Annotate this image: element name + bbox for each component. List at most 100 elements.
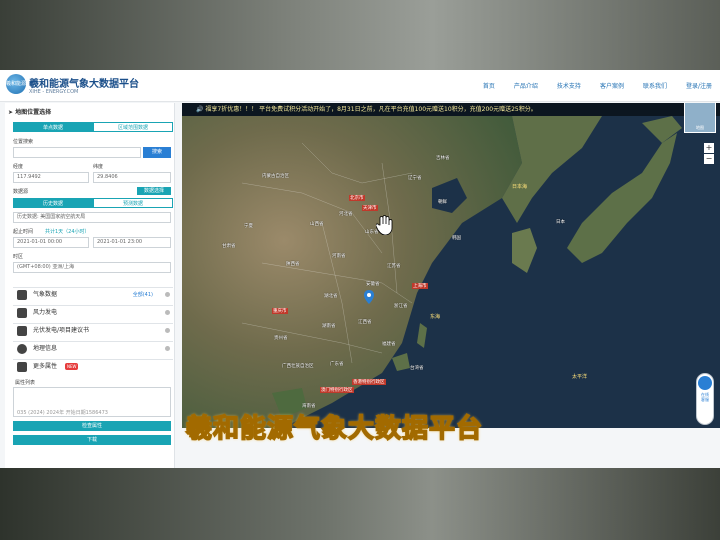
map-label-hunan: 湖南省 xyxy=(322,324,336,329)
timezone-select[interactable]: (GMT+08:00) 亚洲/上海 xyxy=(13,262,171,273)
map-label-shanxi: 山西省 xyxy=(310,222,324,227)
map-label-liaoning: 辽宁省 xyxy=(408,176,422,181)
period-hint: 共计1天（24小时） xyxy=(45,229,90,235)
map-label-fujian: 福建省 xyxy=(382,342,396,347)
map-terrain xyxy=(182,116,682,428)
location-pin-icon[interactable] xyxy=(364,289,374,304)
tab-history[interactable]: 历史数据 xyxy=(13,198,93,208)
download-button[interactable]: 下载 xyxy=(13,435,171,445)
sea-label-pacific: 太平洋 xyxy=(572,374,588,380)
sea-label-east: 东海 xyxy=(430,314,441,320)
settings-icon[interactable] xyxy=(165,328,170,333)
map-type-thumbnail[interactable]: 地图 xyxy=(684,103,716,133)
tab-region[interactable]: 区域范围数据 xyxy=(93,122,173,132)
speaker-icon: 🔊 xyxy=(196,106,206,113)
app-header: 羲和能源 羲和能源气象大数据平台 XIHE - ENERGY.COM 首页 产品… xyxy=(0,70,720,102)
new-badge: NEW xyxy=(65,363,79,370)
location-search-label: 位置搜索 xyxy=(13,139,34,145)
tab-forecast[interactable]: 预测数据 xyxy=(93,198,173,208)
globe-icon xyxy=(17,344,27,354)
end-time-field[interactable]: 2021-01-01 23:00 xyxy=(93,237,171,248)
map-label-hebei: 河北省 xyxy=(339,212,353,217)
video-caption: 羲和能源气象大数据平台 xyxy=(185,413,484,445)
map-label-japan: 日本 xyxy=(556,220,565,225)
map-label-dprk: 朝鲜 xyxy=(438,200,447,205)
map-label-jiangsu: 江苏省 xyxy=(387,264,401,269)
data-select-button[interactable]: 数据选择 xyxy=(137,187,171,195)
map-label-ningxia: 宁夏 xyxy=(244,224,253,229)
attr-list-label: 属性列表 xyxy=(15,380,36,386)
mode-tabs: 单点数据 区域范围数据 xyxy=(13,122,173,132)
weather-icon xyxy=(17,290,27,300)
lat-field[interactable]: 29.8406 xyxy=(93,172,171,183)
nav-login[interactable]: 登录/注册 xyxy=(686,81,712,90)
period-label: 起止时间 xyxy=(13,229,34,235)
nav-products[interactable]: 产品介绍 xyxy=(514,81,538,90)
data-source-label: 数据源 xyxy=(13,189,29,195)
photo-background-bottom xyxy=(0,468,720,540)
brand-subtitle: XIHE - ENERGY.COM xyxy=(29,89,79,95)
top-nav: 首页 产品介绍 技术支持 客户案例 联系我们 登录/注册 xyxy=(483,81,712,90)
lon-field[interactable]: 117.9492 xyxy=(13,172,89,183)
brand-title: 羲和能源气象大数据平台 xyxy=(29,79,139,90)
map-label-korea: 韩国 xyxy=(452,236,461,241)
browser-screen: 羲和能源 羲和能源气象大数据平台 XIHE - ENERGY.COM 首页 产品… xyxy=(0,70,720,468)
timezone-label: 时区 xyxy=(13,254,24,260)
section-solar[interactable]: 光伏发电/项目建议书 xyxy=(13,323,173,337)
nav-contact[interactable]: 联系我们 xyxy=(643,81,667,90)
solar-panel-icon xyxy=(17,326,27,336)
lon-label: 经度 xyxy=(13,164,24,170)
more-attributes-icon xyxy=(17,362,27,372)
lat-label: 纬度 xyxy=(93,164,104,170)
section-more[interactable]: 更多属性 NEW xyxy=(13,359,173,373)
section-geo[interactable]: 地理信息 xyxy=(13,341,173,355)
settings-icon[interactable] xyxy=(165,346,170,351)
check-attributes-button[interactable]: 检查属性 xyxy=(13,421,171,431)
map-label-neimenggu: 内蒙古自治区 xyxy=(262,174,289,179)
panel-title: ➤ 地图位置选择 xyxy=(8,109,52,116)
location-search-input[interactable] xyxy=(13,147,141,158)
dataset-select[interactable]: 历史数据: 美国国家航空航天局 xyxy=(13,212,171,223)
side-panel: ➤ 地图位置选择 单点数据 区域范围数据 位置搜索 搜索 经度 纬度 117.9… xyxy=(5,103,175,468)
map-label-shaanxi: 陕西省 xyxy=(286,262,300,267)
customer-service-tool[interactable]: 在线客服 xyxy=(696,373,714,425)
map-label-anhui: 安徽省 xyxy=(366,282,380,287)
map-label-hongkong: 香港特别行政区 xyxy=(352,379,386,385)
headset-icon xyxy=(698,376,712,390)
zoom-in-button[interactable]: + xyxy=(704,143,714,153)
map-label-macau: 澳门特别行政区 xyxy=(320,387,354,393)
map-label-henan: 河南省 xyxy=(332,254,346,259)
hand-cursor-icon xyxy=(375,215,394,236)
start-time-field[interactable]: 2021-01-01 00:00 xyxy=(13,237,89,248)
settings-icon[interactable] xyxy=(165,310,170,315)
search-button[interactable]: 搜索 xyxy=(143,147,171,158)
photo-background-top xyxy=(0,0,720,70)
nav-home[interactable]: 首页 xyxy=(483,81,495,90)
map-label-tianjin: 天津市 xyxy=(362,205,378,211)
settings-icon[interactable] xyxy=(165,292,170,297)
attr-list-box[interactable]: 035 (2024) 2024年 开始日期1586473 xyxy=(13,387,171,417)
section-wind[interactable]: 风力发电 xyxy=(13,305,173,319)
map-label-jilin: 吉林省 xyxy=(436,156,450,161)
tab-single-point[interactable]: 单点数据 xyxy=(13,122,93,132)
map-label-shanghai: 上海市 xyxy=(412,283,428,289)
map-label-zhejiang: 浙江省 xyxy=(394,304,408,309)
map-label-taiwan: 台湾省 xyxy=(410,366,424,371)
nav-cases[interactable]: 客户案例 xyxy=(600,81,624,90)
map-label-guizhou: 贵州省 xyxy=(274,336,288,341)
promo-ticker: 🔊 福享7折优惠！！！ 平台免费试积分活动开始了，8月31日之前，凡在平台充值1… xyxy=(182,103,720,116)
map-label-beijing: 北京市 xyxy=(349,195,365,201)
section-weather[interactable]: 气象数据 全部(41) xyxy=(13,287,173,301)
sea-label-japan: 日本海 xyxy=(512,184,528,190)
map-label-hubei: 湖北省 xyxy=(324,294,338,299)
map-label-guangdong: 广东省 xyxy=(330,362,344,367)
zoom-out-button[interactable]: − xyxy=(704,154,714,164)
satellite-map[interactable]: 🔊 福享7折优惠！！！ 平台免费试积分活动开始了，8月31日之前，凡在平台充值1… xyxy=(182,103,720,428)
map-label-gansu: 甘肃省 xyxy=(222,244,236,249)
data-tabs: 历史数据 预测数据 xyxy=(13,198,173,208)
map-label-chongqing: 重庆市 xyxy=(272,308,288,314)
map-label-jiangxi: 江西省 xyxy=(358,320,372,325)
map-label-guangxi: 广西壮族自治区 xyxy=(282,364,314,369)
nav-support[interactable]: 技术支持 xyxy=(557,81,581,90)
brand-logo[interactable]: 羲和能源 xyxy=(6,74,26,94)
